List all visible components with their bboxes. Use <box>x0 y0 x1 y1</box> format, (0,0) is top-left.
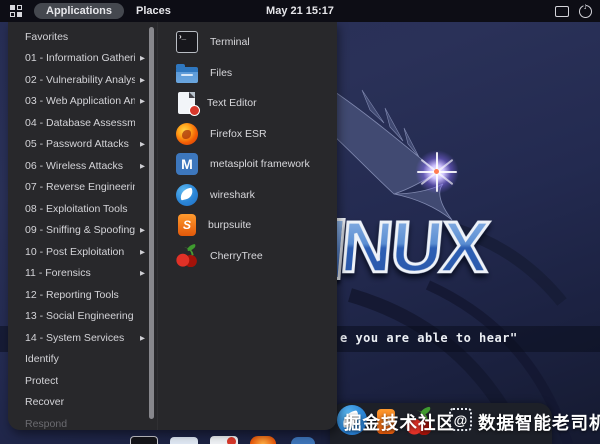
menu-item-label: Recover <box>25 396 65 409</box>
terminal-icon[interactable] <box>130 436 158 444</box>
favorites-app-item[interactable]: Terminal <box>158 27 337 58</box>
menu-category-column: Favorites ▶ 01 - Information Gathering ▶… <box>8 22 158 430</box>
menu-item-label: 11 - Forensics <box>25 267 91 280</box>
menu-item-label: 01 - Information Gathering <box>25 52 135 65</box>
menu-category-item[interactable]: Recover ▶ <box>8 392 157 414</box>
burpsuite-icon <box>178 214 196 237</box>
submenu-arrow-icon: ▶ <box>140 270 145 278</box>
menu-item-label: 04 - Database Assessment <box>25 116 135 129</box>
menu-item-label: 12 - Reporting Tools <box>25 288 119 301</box>
menu-category-item[interactable]: 07 - Reverse Engineering ▶ <box>8 177 157 199</box>
menu-category-item[interactable]: 08 - Exploitation Tools ▶ <box>8 198 157 220</box>
submenu-arrow-icon: ▶ <box>140 55 145 63</box>
wireshark-icon <box>176 183 198 206</box>
app-item-label: Text Editor <box>207 97 257 110</box>
cherrytree-icon <box>176 244 198 267</box>
submenu-arrow-icon: ▶ <box>140 227 145 235</box>
menu-item-label: 02 - Vulnerability Analysis <box>25 73 135 86</box>
favorites-app-item[interactable]: Text Editor <box>158 88 337 119</box>
menu-item-label: Respond <box>25 417 68 430</box>
clock[interactable]: May 21 15:17 <box>0 5 600 17</box>
display-icon[interactable] <box>555 5 569 17</box>
favorites-app-item[interactable]: Firefox ESR <box>158 119 337 150</box>
menu-item-label: Favorites <box>25 30 69 43</box>
menu-category-item[interactable]: 14 - System Services ▶ <box>8 327 157 349</box>
submenu-arrow-icon: ▶ <box>140 76 145 84</box>
favorites-app-item[interactable]: Files <box>158 58 337 89</box>
menu-category-item[interactable]: Favorites ▶ <box>8 26 157 48</box>
menu-item-label: 07 - Reverse Engineering <box>25 181 135 194</box>
menu-category-item[interactable]: 12 - Reporting Tools ▶ <box>8 284 157 306</box>
metasploit-icon <box>176 153 198 176</box>
menu-category-item[interactable]: 05 - Password Attacks ▶ <box>8 134 157 156</box>
menu-item-label: Identify <box>25 353 59 366</box>
menu-category-item[interactable]: Protect ▶ <box>8 370 157 392</box>
watermark-text-left: 掘金技术社区 <box>344 413 455 433</box>
menu-item-label: 09 - Sniffing & Spoofing <box>25 224 135 237</box>
menu-category-item[interactable]: 04 - Database Assessment ▶ <box>8 112 157 134</box>
applications-menu: Favorites ▶ 01 - Information Gathering ▶… <box>8 22 337 430</box>
menu-item-label: 10 - Post Exploitation <box>25 245 125 258</box>
favorites-app-item[interactable]: wireshark <box>158 180 337 211</box>
menu-item-label: 03 - Web Application Analysis <box>25 95 135 108</box>
watermark-text-right: 数据智能老司机 <box>478 413 600 433</box>
menu-category-item[interactable]: 01 - Information Gathering ▶ <box>8 48 157 70</box>
app-item-label: Terminal <box>210 36 250 49</box>
app-item-label: CherryTree <box>210 249 263 262</box>
menu-category-item[interactable]: Respond ▶ <box>8 413 157 430</box>
wallpaper-title-text: NUX <box>336 207 492 290</box>
files-icon <box>176 63 198 83</box>
terminal-icon <box>176 31 198 54</box>
submenu-arrow-icon: ▶ <box>140 98 145 106</box>
favorites-app-item[interactable]: burpsuite <box>158 210 337 241</box>
menu-item-label: Protect <box>25 374 59 387</box>
kali-desktop: NUX e you are able to hear" @ 掘金技术社区 数据智… <box>0 0 600 444</box>
app-item-label: Files <box>210 66 233 79</box>
text-editor-icon[interactable] <box>210 436 238 444</box>
submenu-arrow-icon: ▶ <box>140 334 145 342</box>
app-item-label: burpsuite <box>208 219 252 232</box>
menu-category-item[interactable]: 02 - Vulnerability Analysis ▶ <box>8 69 157 91</box>
menu-category-item[interactable]: 11 - Forensics ▶ <box>8 263 157 285</box>
favorites-submenu: Terminal Files Text Editor Firefox ESR m… <box>158 22 337 430</box>
menu-item-label: 08 - Exploitation Tools <box>25 202 128 215</box>
menu-category-item[interactable]: 09 - Sniffing & Spoofing ▶ <box>8 220 157 242</box>
menu-category-item[interactable]: 03 - Web Application Analysis ▶ <box>8 91 157 113</box>
favorites-app-item[interactable]: metasploit framework <box>158 149 337 180</box>
app-item-label: Firefox ESR <box>210 127 267 140</box>
menu-item-label: 05 - Password Attacks <box>25 138 129 151</box>
files-icon[interactable] <box>170 437 198 444</box>
menu-category-item[interactable]: Identify ▶ <box>8 349 157 371</box>
top-bar: Applications Places May 21 15:17 <box>0 0 600 22</box>
firefox-icon[interactable] <box>250 436 276 444</box>
menu-scrollbar[interactable] <box>149 27 154 419</box>
menu-item-label: 06 - Wireless Attacks <box>25 159 124 172</box>
text-editor-icon <box>178 92 200 117</box>
app-item-label: wireshark <box>210 188 255 201</box>
menu-category-item[interactable]: 06 - Wireless Attacks ▶ <box>8 155 157 177</box>
menu-category-item[interactable]: 13 - Social Engineering Tools ▶ <box>8 306 157 328</box>
metasploit-icon[interactable] <box>291 437 315 444</box>
submenu-arrow-icon: ▶ <box>140 162 145 170</box>
menu-item-label: 14 - System Services <box>25 331 125 344</box>
power-icon[interactable] <box>579 2 592 18</box>
menu-category-item[interactable]: 10 - Post Exploitation ▶ <box>8 241 157 263</box>
submenu-arrow-icon: ▶ <box>140 141 145 149</box>
firefox-icon <box>176 122 198 145</box>
submenu-arrow-icon: ▶ <box>140 248 145 256</box>
menu-item-label: 13 - Social Engineering Tools <box>25 310 135 323</box>
app-item-label: metasploit framework <box>210 158 310 171</box>
favorites-app-item[interactable]: CherryTree <box>158 241 337 272</box>
wallpaper-quote: e you are able to hear" <box>340 331 518 345</box>
